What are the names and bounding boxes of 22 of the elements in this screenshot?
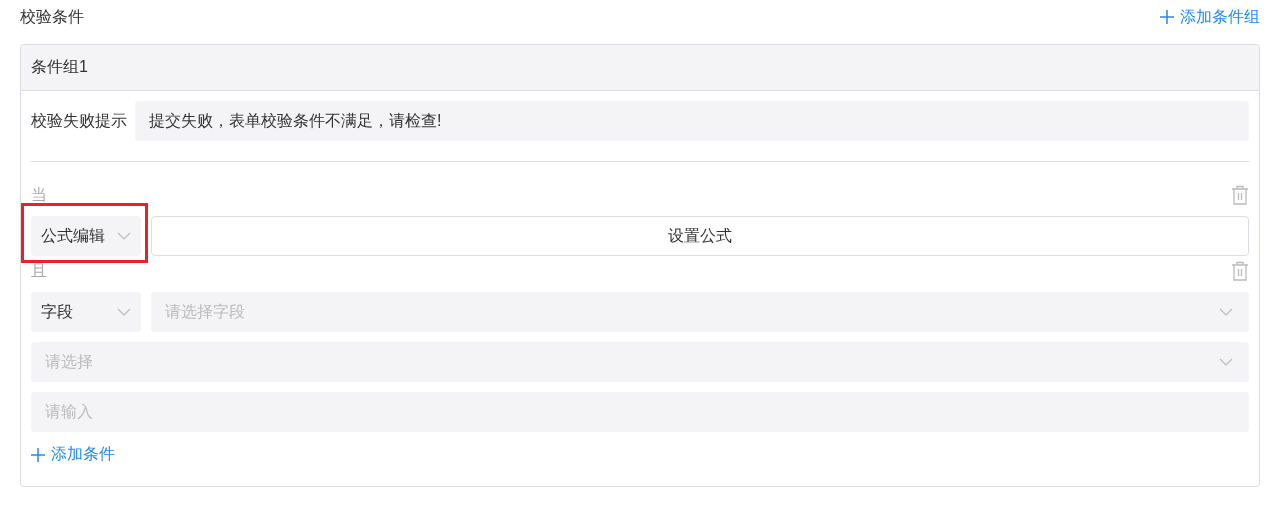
mode-select[interactable]: 字段 — [31, 292, 141, 332]
delete-icon[interactable] — [1231, 261, 1249, 281]
fail-message-field[interactable]: 提交失败，表单校验条件不满足，请检查! — [135, 101, 1249, 141]
chevron-down-icon — [117, 308, 131, 316]
field-select[interactable]: 请选择字段 — [151, 292, 1249, 332]
connector-label: 且 — [31, 260, 47, 281]
group-title: 条件组1 — [21, 45, 1259, 91]
add-group-link[interactable]: 添加条件组 — [1160, 6, 1260, 28]
plus-icon — [1160, 10, 1174, 24]
chevron-down-icon — [117, 232, 131, 240]
mode-select[interactable]: 公式编辑 — [31, 216, 141, 256]
chevron-down-icon — [1219, 358, 1233, 366]
field-label: 校验失败提示 — [31, 110, 127, 131]
connector-label: 当 — [31, 184, 47, 205]
delete-icon[interactable] — [1231, 185, 1249, 205]
chevron-down-icon — [1219, 308, 1233, 316]
operator-select[interactable]: 请选择 — [31, 342, 1249, 382]
set-formula-button[interactable]: 设置公式 — [151, 216, 1249, 256]
section-title: 校验条件 — [20, 6, 84, 27]
plus-icon — [31, 447, 45, 462]
value-field[interactable]: 请输入 — [31, 392, 1249, 432]
add-condition-link[interactable]: 添加条件 — [31, 444, 115, 465]
